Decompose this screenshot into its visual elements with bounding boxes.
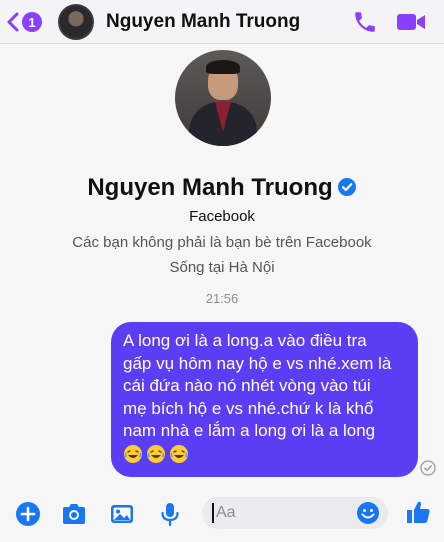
thumbs-up-icon[interactable] [404, 498, 432, 526]
microphone-icon[interactable] [156, 500, 184, 528]
profile-name: Nguyen Manh Truong [87, 174, 333, 201]
sent-message-bubble[interactable]: A long ơi là a long.a vào điều tra gấp v… [111, 322, 418, 477]
message-timestamp: 21:56 [205, 291, 239, 306]
message-line: mẹ bích hộ e vs nhé.chứ k là khổ [123, 398, 374, 418]
message-line: cái đứa nào nó nhét vòng vào túi [123, 376, 371, 395]
contact-avatar[interactable] [58, 4, 94, 40]
camera-icon[interactable] [60, 500, 88, 528]
text-caret [212, 503, 214, 523]
laughing-emoji-icon [147, 444, 165, 463]
message-line: A long ơi là a long.a vào điều tra [123, 331, 367, 350]
sent-status-check-icon [420, 460, 436, 476]
verified-badge-icon [337, 178, 356, 196]
profile-subtitle: Facebook [189, 208, 255, 225]
plus-icon[interactable] [14, 500, 42, 528]
laughing-emoji-icon [170, 444, 188, 463]
message-input-placeholder: Aa [216, 504, 236, 521]
message-line: gấp vụ hôm nay hộ e vs nhé.xem là [123, 353, 392, 373]
emoji-picker-icon[interactable] [356, 501, 380, 525]
photo-gallery-icon[interactable] [108, 500, 136, 528]
laughing-emoji-icon [124, 444, 142, 463]
emoji-row [123, 444, 406, 464]
profile-location-info: Sống tại Hà Nội [169, 259, 275, 276]
chat-header: 1 Nguyen Manh Truong [0, 0, 444, 44]
message-line: nam nhà e lắm a long ơi là a long [123, 421, 376, 440]
video-call-icon[interactable] [396, 10, 426, 34]
unread-count-badge: 1 [22, 12, 42, 32]
contact-name[interactable]: Nguyen Manh Truong [106, 11, 300, 33]
chevron-left-icon [7, 12, 19, 32]
profile-photo[interactable] [175, 50, 271, 146]
back-button[interactable]: 1 [6, 8, 42, 36]
profile-name-row: Nguyen Manh Truong [0, 174, 444, 202]
phone-call-icon[interactable] [352, 9, 378, 35]
profile-friendship-info: Các bạn không phải là bạn bè trên Facebo… [72, 234, 372, 251]
